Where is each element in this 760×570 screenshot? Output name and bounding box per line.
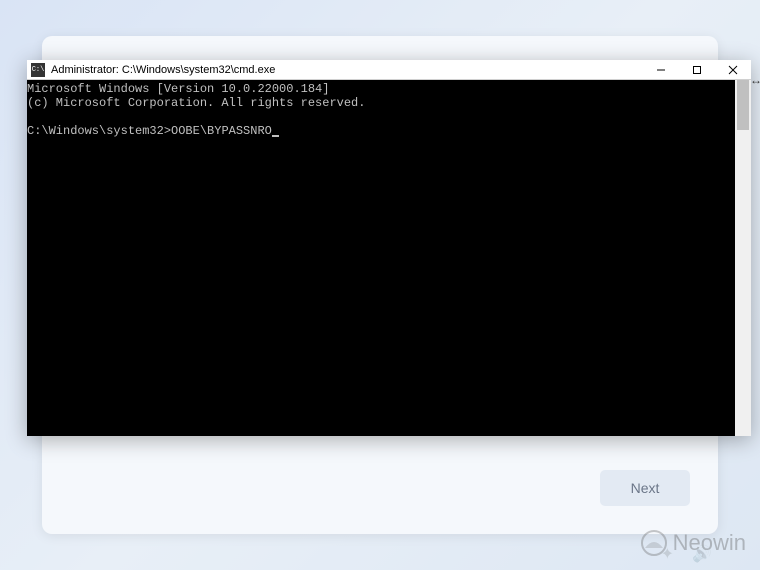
cursor	[272, 135, 279, 137]
minimize-button[interactable]	[643, 60, 679, 80]
window-title: Administrator: C:\Windows\system32\cmd.e…	[51, 64, 643, 76]
neowin-logo-icon	[641, 530, 667, 556]
watermark: Neowin	[641, 530, 746, 556]
cmd-icon: C:\	[31, 63, 45, 77]
scrollbar-thumb[interactable]	[737, 80, 749, 130]
prompt: C:\Windows\system32>	[27, 124, 171, 138]
terminal-output[interactable]: Microsoft Windows [Version 10.0.22000.18…	[27, 80, 735, 436]
version-line: Microsoft Windows [Version 10.0.22000.18…	[27, 82, 329, 96]
copyright-line: (c) Microsoft Corporation. All rights re…	[27, 96, 365, 110]
titlebar[interactable]: C:\ Administrator: C:\Windows\system32\c…	[27, 60, 751, 80]
watermark-text: Neowin	[673, 530, 746, 556]
window-controls	[643, 60, 751, 79]
maximize-button[interactable]	[679, 60, 715, 80]
typed-command: OOBE\BYPASSNRO	[171, 124, 272, 138]
cmd-window: C:\ Administrator: C:\Windows\system32\c…	[27, 60, 751, 436]
resize-cursor-icon: ↔	[750, 73, 760, 87]
scrollbar[interactable]	[735, 80, 751, 436]
next-button[interactable]: Next	[600, 470, 690, 506]
close-button[interactable]	[715, 60, 751, 80]
